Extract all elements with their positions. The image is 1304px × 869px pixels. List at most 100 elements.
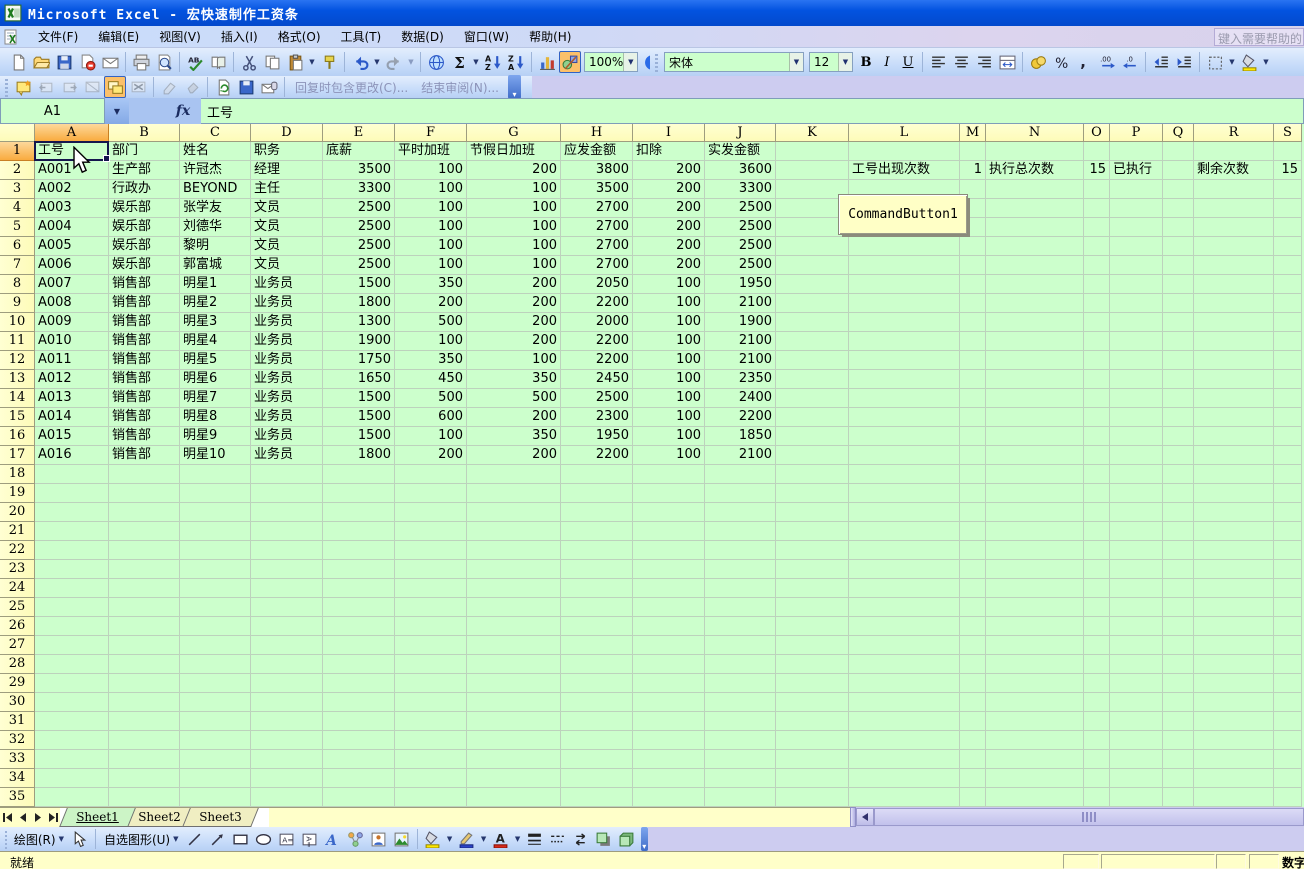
last-sheet-button[interactable] bbox=[45, 809, 60, 825]
cell-B16[interactable]: 销售部 bbox=[109, 427, 180, 446]
cell-O35[interactable] bbox=[1084, 788, 1110, 807]
cell-B25[interactable] bbox=[109, 598, 180, 617]
chevron-down-icon[interactable]: ▼ bbox=[471, 51, 481, 73]
cell-D16[interactable]: 业务员 bbox=[251, 427, 323, 446]
cell-G27[interactable] bbox=[467, 636, 561, 655]
cell-J5[interactable]: 2500 bbox=[705, 218, 776, 237]
cell-H21[interactable] bbox=[561, 522, 633, 541]
row-header-30[interactable]: 30 bbox=[0, 693, 35, 712]
cell-P22[interactable] bbox=[1110, 541, 1163, 560]
cell-C18[interactable] bbox=[180, 465, 251, 484]
cell-O29[interactable] bbox=[1084, 674, 1110, 693]
cell-K18[interactable] bbox=[776, 465, 849, 484]
cell-D24[interactable] bbox=[251, 579, 323, 598]
cell-J19[interactable] bbox=[705, 484, 776, 503]
cell-J17[interactable]: 2100 bbox=[705, 446, 776, 465]
cell-R11[interactable] bbox=[1194, 332, 1274, 351]
cell-K13[interactable] bbox=[776, 370, 849, 389]
cell-A16[interactable]: A015 bbox=[35, 427, 109, 446]
cell-K8[interactable] bbox=[776, 275, 849, 294]
cell-G23[interactable] bbox=[467, 560, 561, 579]
cell-M14[interactable] bbox=[960, 389, 986, 408]
cell-F26[interactable] bbox=[395, 617, 467, 636]
cell-M12[interactable] bbox=[960, 351, 986, 370]
cell-A27[interactable] bbox=[35, 636, 109, 655]
cell-J10[interactable]: 1900 bbox=[705, 313, 776, 332]
oval-icon[interactable] bbox=[253, 828, 275, 850]
cell-G35[interactable] bbox=[467, 788, 561, 807]
cell-J23[interactable] bbox=[705, 560, 776, 579]
cell-Q24[interactable] bbox=[1163, 579, 1194, 598]
cell-E5[interactable]: 2500 bbox=[323, 218, 395, 237]
cell-F13[interactable]: 450 bbox=[395, 370, 467, 389]
cell-N23[interactable] bbox=[986, 560, 1084, 579]
cell-B1[interactable]: 部门 bbox=[109, 142, 180, 161]
cell-K7[interactable] bbox=[776, 256, 849, 275]
column-header-P[interactable]: P bbox=[1110, 124, 1163, 142]
cell-L7[interactable] bbox=[849, 256, 960, 275]
cell-G12[interactable]: 100 bbox=[467, 351, 561, 370]
chevron-down-icon[interactable]: ▼ bbox=[445, 828, 455, 850]
cell-B32[interactable] bbox=[109, 731, 180, 750]
cell-E8[interactable]: 1500 bbox=[323, 275, 395, 294]
cell-F33[interactable] bbox=[395, 750, 467, 769]
cell-B5[interactable]: 娱乐部 bbox=[109, 218, 180, 237]
cell-C2[interactable]: 许冠杰 bbox=[180, 161, 251, 180]
name-box[interactable]: A1 bbox=[0, 98, 105, 124]
next-comment-icon[interactable] bbox=[58, 76, 80, 98]
chevron-down-icon[interactable]: ▼ bbox=[307, 51, 317, 73]
cell-I20[interactable] bbox=[633, 503, 705, 522]
cell-M9[interactable] bbox=[960, 294, 986, 313]
cell-R24[interactable] bbox=[1194, 579, 1274, 598]
cell-H29[interactable] bbox=[561, 674, 633, 693]
cell-I12[interactable]: 100 bbox=[633, 351, 705, 370]
cell-K23[interactable] bbox=[776, 560, 849, 579]
cell-M35[interactable] bbox=[960, 788, 986, 807]
zoom-combobox[interactable]: 100% ▼ bbox=[584, 52, 638, 72]
cell-O31[interactable] bbox=[1084, 712, 1110, 731]
cell-F24[interactable] bbox=[395, 579, 467, 598]
cell-O30[interactable] bbox=[1084, 693, 1110, 712]
cell-D28[interactable] bbox=[251, 655, 323, 674]
column-header-G[interactable]: G bbox=[467, 124, 561, 142]
cell-A17[interactable]: A016 bbox=[35, 446, 109, 465]
cell-A10[interactable]: A009 bbox=[35, 313, 109, 332]
line-color-icon[interactable] bbox=[456, 828, 478, 850]
cell-O23[interactable] bbox=[1084, 560, 1110, 579]
select-all-corner[interactable] bbox=[0, 124, 35, 142]
menu-窗口W[interactable]: 窗口(W) bbox=[454, 26, 519, 47]
cell-D19[interactable] bbox=[251, 484, 323, 503]
cell-P23[interactable] bbox=[1110, 560, 1163, 579]
align-left-icon[interactable] bbox=[927, 51, 949, 73]
cell-I11[interactable]: 100 bbox=[633, 332, 705, 351]
cell-C29[interactable] bbox=[180, 674, 251, 693]
cell-K33[interactable] bbox=[776, 750, 849, 769]
cell-R30[interactable] bbox=[1194, 693, 1274, 712]
cell-F23[interactable] bbox=[395, 560, 467, 579]
reply-with-changes-button[interactable]: 回复时包含更改(C)... bbox=[289, 79, 414, 96]
cell-H22[interactable] bbox=[561, 541, 633, 560]
print-preview-icon[interactable] bbox=[153, 51, 175, 73]
spelling-icon[interactable]: AB bbox=[184, 51, 206, 73]
cell-Q33[interactable] bbox=[1163, 750, 1194, 769]
cell-S22[interactable] bbox=[1274, 541, 1302, 560]
cell-S14[interactable] bbox=[1274, 389, 1302, 408]
fill-color-icon[interactable] bbox=[1238, 51, 1260, 73]
row-header-27[interactable]: 27 bbox=[0, 636, 35, 655]
cell-S23[interactable] bbox=[1274, 560, 1302, 579]
cell-H31[interactable] bbox=[561, 712, 633, 731]
picture-icon[interactable] bbox=[391, 828, 413, 850]
cell-K21[interactable] bbox=[776, 522, 849, 541]
show-all-comments-icon[interactable] bbox=[104, 76, 126, 98]
cell-L20[interactable] bbox=[849, 503, 960, 522]
cell-G30[interactable] bbox=[467, 693, 561, 712]
row-header-34[interactable]: 34 bbox=[0, 769, 35, 788]
cell-J32[interactable] bbox=[705, 731, 776, 750]
chevron-down-icon[interactable]: ▼ bbox=[513, 828, 523, 850]
cell-M33[interactable] bbox=[960, 750, 986, 769]
cell-A2[interactable]: A001 bbox=[35, 161, 109, 180]
cell-R33[interactable] bbox=[1194, 750, 1274, 769]
cell-J6[interactable]: 2500 bbox=[705, 237, 776, 256]
cell-S29[interactable] bbox=[1274, 674, 1302, 693]
cell-C15[interactable]: 明星8 bbox=[180, 408, 251, 427]
